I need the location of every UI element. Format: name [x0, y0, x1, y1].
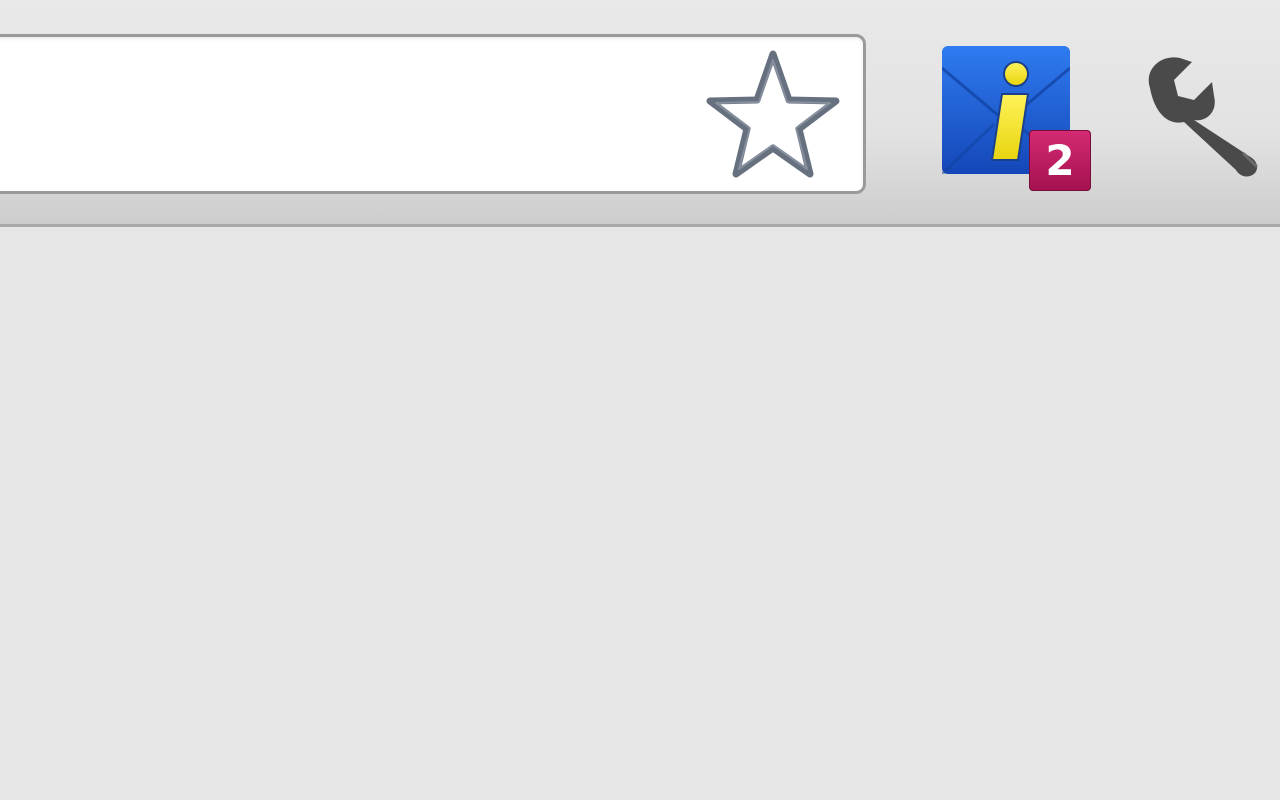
- page-content-area: [0, 227, 1280, 800]
- extension-button[interactable]: 2: [938, 42, 1096, 194]
- star-outline-icon: [706, 50, 840, 178]
- browser-toolbar: 2: [0, 0, 1280, 227]
- wrench-icon: [1148, 57, 1258, 177]
- wrench-menu-button[interactable]: [1140, 50, 1270, 180]
- bookmark-star-button[interactable]: [700, 42, 848, 182]
- extension-badge: 2: [1029, 130, 1091, 191]
